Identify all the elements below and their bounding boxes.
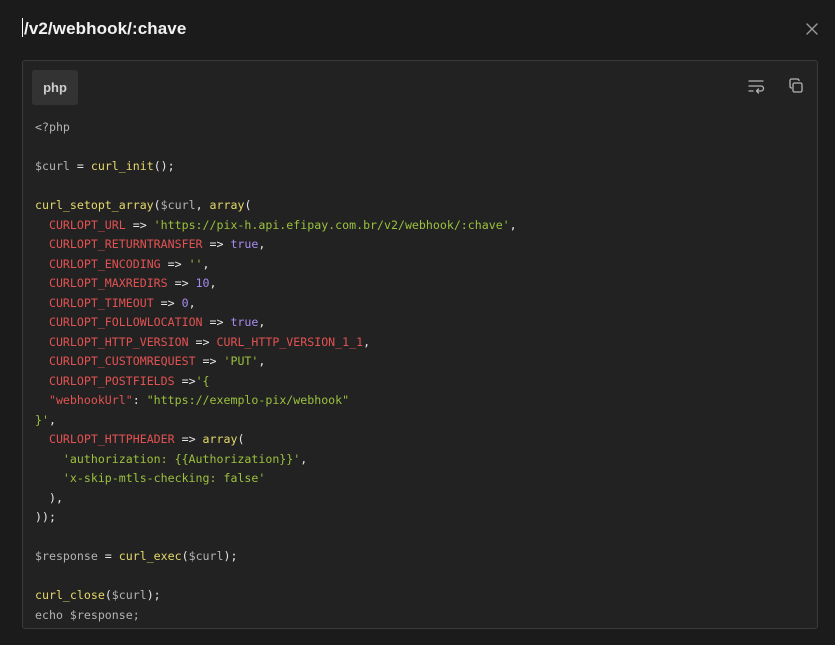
text-cursor bbox=[22, 18, 23, 37]
close-icon bbox=[806, 23, 818, 35]
modal-title-row: /v2/webhook/:chave bbox=[22, 18, 186, 39]
code-line: "webhookUrl": "https://exemplo-pix/webho… bbox=[48, 393, 350, 407]
code-line: CURLOPT_CUSTOMREQUEST => 'PUT', bbox=[48, 354, 266, 368]
code-line: curl_close($curl); bbox=[35, 588, 161, 602]
code-block[interactable]: <?php $curl = curl_init(); curl_setopt_a… bbox=[35, 118, 517, 625]
code-line: CURLOPT_MAXREDIRS => 10, bbox=[48, 276, 217, 290]
code-line: CURLOPT_HTTP_VERSION => CURL_HTTP_VERSIO… bbox=[48, 334, 371, 349]
word-wrap-button[interactable] bbox=[746, 76, 766, 96]
code-line: echo $response; bbox=[35, 607, 140, 622]
code-line: }', bbox=[35, 412, 56, 427]
language-tab-php[interactable]: php bbox=[32, 70, 78, 105]
code-line: )); bbox=[35, 510, 56, 524]
code-panel: php <?php $curl = curl_init(); curl_seto… bbox=[22, 60, 818, 629]
code-line: CURLOPT_TIMEOUT => 0, bbox=[48, 295, 196, 310]
modal-title: /v2/webhook/:chave bbox=[24, 19, 187, 38]
code-line: CURLOPT_URL => 'https://pix-h.api.efipay… bbox=[48, 217, 517, 232]
code-line: <?php bbox=[35, 120, 70, 134]
code-line: $curl = curl_init(); bbox=[35, 159, 175, 173]
code-line: curl_setopt_array($curl, array( bbox=[35, 198, 252, 212]
copy-icon bbox=[789, 78, 803, 93]
code-line: 'x-skip-mtls-checking: false' bbox=[62, 471, 266, 485]
code-snippet-modal: /v2/webhook/:chave php <?php $curl = cur… bbox=[0, 0, 835, 645]
code-line: CURLOPT_ENCODING => '', bbox=[48, 256, 210, 271]
code-line: CURLOPT_FOLLOWLOCATION => true, bbox=[48, 315, 266, 329]
word-wrap-icon bbox=[748, 80, 765, 94]
code-line: 'authorization: {{Authorization}}', bbox=[62, 451, 308, 466]
code-line: CURLOPT_RETURNTRANSFER => true, bbox=[48, 237, 266, 251]
code-line: $response = curl_exec($curl); bbox=[35, 549, 238, 563]
close-button[interactable] bbox=[802, 19, 822, 39]
code-line: CURLOPT_POSTFIELDS =>'{ bbox=[48, 373, 210, 388]
copy-button[interactable] bbox=[786, 76, 806, 96]
code-line: ), bbox=[48, 490, 63, 505]
code-line: CURLOPT_HTTPHEADER => array( bbox=[48, 432, 245, 446]
